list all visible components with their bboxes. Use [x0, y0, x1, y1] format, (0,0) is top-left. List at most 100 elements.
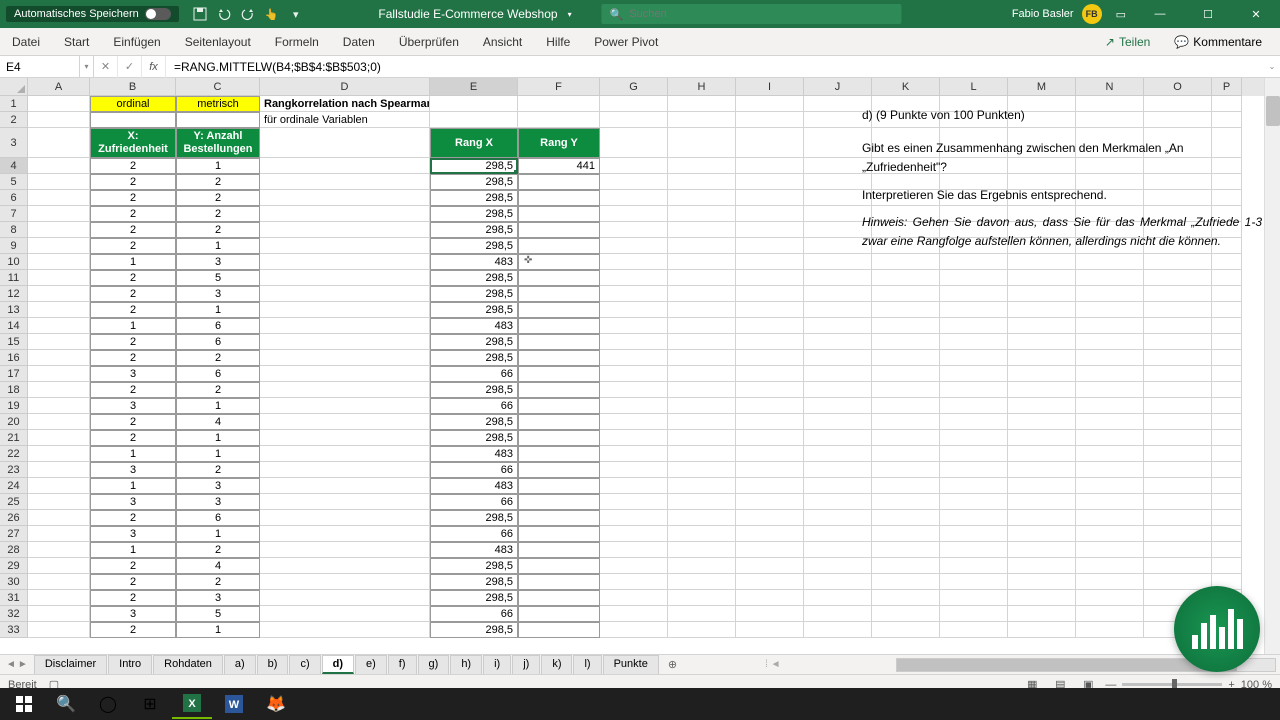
cell[interactable]: [518, 334, 600, 350]
cell[interactable]: [1076, 574, 1144, 590]
cell[interactable]: [28, 606, 90, 622]
cell[interactable]: [872, 606, 940, 622]
cell[interactable]: [1212, 318, 1242, 334]
cell[interactable]: [736, 158, 804, 174]
cell[interactable]: [28, 222, 90, 238]
cell[interactable]: [804, 478, 872, 494]
cell[interactable]: [1076, 590, 1144, 606]
row-header[interactable]: 23: [0, 462, 28, 478]
cell[interactable]: [260, 430, 430, 446]
sheet-tab-b[interactable]: b): [257, 655, 289, 674]
cell[interactable]: [940, 318, 1008, 334]
row-header[interactable]: 15: [0, 334, 28, 350]
cell[interactable]: 3: [90, 398, 176, 414]
cell[interactable]: [1144, 286, 1212, 302]
cell[interactable]: [940, 302, 1008, 318]
toggle-off-icon[interactable]: [145, 8, 171, 20]
cell[interactable]: [1008, 270, 1076, 286]
cell[interactable]: [1008, 446, 1076, 462]
sheet-tab-l[interactable]: l): [573, 655, 601, 674]
cell[interactable]: [518, 318, 600, 334]
cell[interactable]: 298,5: [430, 158, 518, 174]
cell[interactable]: [1008, 574, 1076, 590]
word-taskbar-icon[interactable]: W: [214, 689, 254, 719]
cell[interactable]: [1008, 510, 1076, 526]
cell[interactable]: [736, 334, 804, 350]
cell[interactable]: [28, 334, 90, 350]
cell[interactable]: [1008, 334, 1076, 350]
cell[interactable]: 298,5: [430, 510, 518, 526]
ribbon-tab-überprüfen[interactable]: Überprüfen: [387, 28, 471, 55]
cell[interactable]: X: Zufriedenheit: [90, 128, 176, 158]
cell[interactable]: [1008, 558, 1076, 574]
cell[interactable]: [518, 414, 600, 430]
cell[interactable]: [1212, 414, 1242, 430]
cell[interactable]: [28, 350, 90, 366]
cell[interactable]: 298,5: [430, 622, 518, 638]
qat-more-icon[interactable]: ▾: [289, 7, 303, 21]
col-header-H[interactable]: H: [668, 78, 736, 96]
cell[interactable]: [668, 222, 736, 238]
cell[interactable]: [668, 590, 736, 606]
cell[interactable]: [668, 414, 736, 430]
cell[interactable]: [668, 494, 736, 510]
cell[interactable]: 298,5: [430, 558, 518, 574]
cell[interactable]: [430, 112, 518, 128]
cell[interactable]: 2: [176, 222, 260, 238]
row-header[interactable]: 17: [0, 366, 28, 382]
row-header[interactable]: 21: [0, 430, 28, 446]
cell[interactable]: [872, 366, 940, 382]
cell[interactable]: [28, 590, 90, 606]
cell[interactable]: [736, 622, 804, 638]
cell[interactable]: metrisch: [176, 96, 260, 112]
ribbon-tab-einfügen[interactable]: Einfügen: [101, 28, 172, 55]
cell[interactable]: 2: [176, 350, 260, 366]
share-button[interactable]: ↗ Teilen: [1095, 32, 1160, 52]
cell[interactable]: [260, 462, 430, 478]
user-avatar[interactable]: FB: [1082, 4, 1102, 24]
cell[interactable]: 1: [90, 254, 176, 270]
cell[interactable]: [872, 382, 940, 398]
cell[interactable]: 298,5: [430, 414, 518, 430]
cell[interactable]: 1: [176, 158, 260, 174]
cell[interactable]: [1076, 398, 1144, 414]
cell[interactable]: 1: [176, 446, 260, 462]
cell[interactable]: [600, 112, 668, 128]
cell[interactable]: [872, 510, 940, 526]
ribbon-tab-ansicht[interactable]: Ansicht: [471, 28, 534, 55]
cell[interactable]: [430, 96, 518, 112]
minimize-button[interactable]: —: [1140, 0, 1180, 28]
search-taskbar-icon[interactable]: 🔍: [46, 689, 86, 719]
cell[interactable]: [28, 286, 90, 302]
maximize-button[interactable]: ☐: [1188, 0, 1228, 28]
cell[interactable]: [518, 398, 600, 414]
cell[interactable]: [1076, 622, 1144, 638]
cell[interactable]: 2: [90, 558, 176, 574]
cell[interactable]: [28, 174, 90, 190]
cell[interactable]: [872, 446, 940, 462]
cell[interactable]: 1: [90, 478, 176, 494]
cell[interactable]: [260, 222, 430, 238]
accept-formula-icon[interactable]: ✓: [118, 56, 142, 78]
cell[interactable]: [872, 558, 940, 574]
cell[interactable]: [1008, 302, 1076, 318]
sheet-tab-i[interactable]: i): [483, 655, 511, 674]
sheet-tab-d[interactable]: d): [322, 655, 354, 674]
sheet-tab-disclaimer[interactable]: Disclaimer: [34, 655, 107, 674]
cell[interactable]: [518, 526, 600, 542]
cell[interactable]: [260, 446, 430, 462]
firefox-taskbar-icon[interactable]: 🦊: [256, 689, 296, 719]
cell[interactable]: [28, 128, 90, 158]
cell[interactable]: 2: [90, 510, 176, 526]
start-button[interactable]: [4, 689, 44, 719]
cell[interactable]: [668, 606, 736, 622]
cell[interactable]: 2: [176, 174, 260, 190]
cell[interactable]: [668, 542, 736, 558]
ribbon-tab-power pivot[interactable]: Power Pivot: [582, 28, 670, 55]
cell[interactable]: [28, 542, 90, 558]
cell[interactable]: [940, 382, 1008, 398]
cell[interactable]: [668, 238, 736, 254]
cell[interactable]: [600, 158, 668, 174]
cell[interactable]: [1076, 558, 1144, 574]
row-header[interactable]: 26: [0, 510, 28, 526]
